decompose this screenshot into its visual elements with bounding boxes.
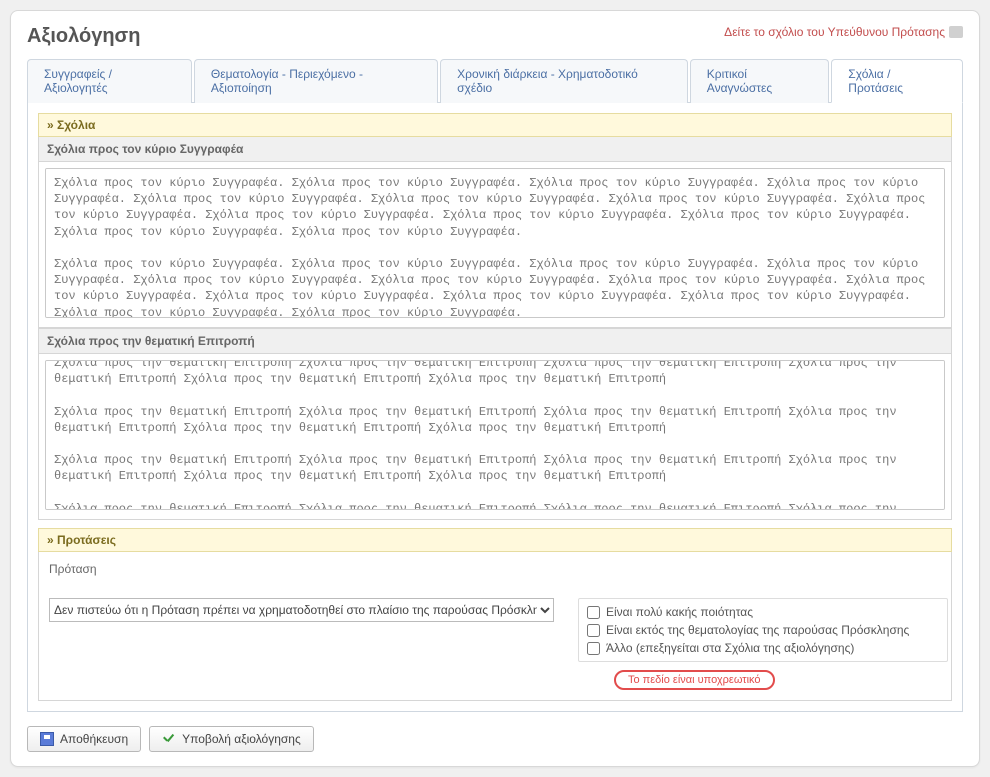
check-quality-label: Είναι πολύ κακής ποιότητας	[606, 605, 753, 619]
author-comments-label: Σχόλια προς τον κύριο Συγγραφέα	[38, 137, 952, 162]
check-other[interactable]	[587, 642, 600, 655]
committee-comments-label: Σχόλια προς την θεματική Επιτροπή	[38, 328, 952, 354]
tab-bar: Συγγραφείς / Αξιολογητές Θεματολογία - Π…	[27, 58, 963, 103]
tab-authors-reviewers[interactable]: Συγγραφείς / Αξιολογητές	[27, 59, 192, 103]
check-other-label: Άλλο (επεξηγείται στα Σχόλια της αξιολόγ…	[606, 641, 854, 655]
proposals-body: Πρόταση Δεν πιστεύω ότι η Πρόταση πρέπει…	[38, 552, 952, 701]
tab-critical-readers[interactable]: Κριτικοί Αναγνώστες	[690, 59, 829, 103]
committee-comments-wrap	[38, 354, 952, 520]
check-row-quality[interactable]: Είναι πολύ κακής ποιότητας	[587, 605, 939, 619]
link-text: Δείτε το σχόλιο του Υπεύθυνου Πρότασης	[724, 25, 945, 39]
reason-checkbox-group: Είναι πολύ κακής ποιότητας Είναι εκτός τ…	[578, 598, 948, 662]
author-comments-wrap	[38, 162, 952, 328]
committee-comments-textarea[interactable]	[45, 360, 945, 510]
panel-header: Αξιολόγηση Δείτε το σχόλιο του Υπεύθυνου…	[27, 25, 963, 48]
page-title: Αξιολόγηση	[27, 25, 140, 48]
supervisor-comment-link[interactable]: Δείτε το σχόλιο του Υπεύθυνου Πρότασης	[724, 25, 963, 39]
proposal-select[interactable]: Δεν πιστεύω ότι η Πρόταση πρέπει να χρημ…	[49, 598, 554, 622]
evaluation-panel: Αξιολόγηση Δείτε το σχόλιο του Υπεύθυνου…	[10, 10, 980, 767]
author-comments-textarea[interactable]	[45, 168, 945, 318]
check-row-other[interactable]: Άλλο (επεξηγείται στα Σχόλια της αξιολόγ…	[587, 641, 939, 655]
check-row-offtopic[interactable]: Είναι εκτός της θεματολογίας της παρούσα…	[587, 623, 939, 637]
proposal-row: Δεν πιστεύω ότι η Πρόταση πρέπει να χρημ…	[49, 598, 941, 662]
action-bar: Αποθήκευση Υποβολή αξιολόγησης	[27, 726, 963, 752]
check-quality[interactable]	[587, 606, 600, 619]
submit-button-label: Υποβολή αξιολόγησης	[182, 732, 301, 746]
required-indicator-wrap: Το πεδίο είναι υποχρεωτικό	[614, 670, 941, 690]
tab-content: » Σχόλια Σχόλια προς τον κύριο Συγγραφέα…	[27, 103, 963, 712]
proposal-select-wrap: Δεν πιστεύω ότι η Πρόταση πρέπει να χρημ…	[49, 598, 554, 622]
section-proposals-header: » Προτάσεις	[38, 528, 952, 552]
save-button[interactable]: Αποθήκευση	[27, 726, 141, 752]
tab-comments-proposals[interactable]: Σχόλια / Προτάσεις	[831, 59, 963, 103]
comment-bubble-icon	[949, 26, 963, 38]
section-comments-header: » Σχόλια	[38, 113, 952, 137]
save-button-label: Αποθήκευση	[60, 732, 128, 746]
check-offtopic-label: Είναι εκτός της θεματολογίας της παρούσα…	[606, 623, 909, 637]
check-icon	[162, 732, 176, 746]
tab-duration-funding[interactable]: Χρονική διάρκεια - Χρηματοδοτικό σχέδιο	[440, 59, 688, 103]
tab-topic-content[interactable]: Θεματολογία - Περιεχόμενο - Αξιοποίηση	[194, 59, 438, 103]
required-indicator: Το πεδίο είναι υποχρεωτικό	[614, 670, 775, 690]
save-icon	[40, 732, 54, 746]
check-offtopic[interactable]	[587, 624, 600, 637]
proposal-field-label: Πρόταση	[49, 562, 941, 576]
submit-button[interactable]: Υποβολή αξιολόγησης	[149, 726, 314, 752]
